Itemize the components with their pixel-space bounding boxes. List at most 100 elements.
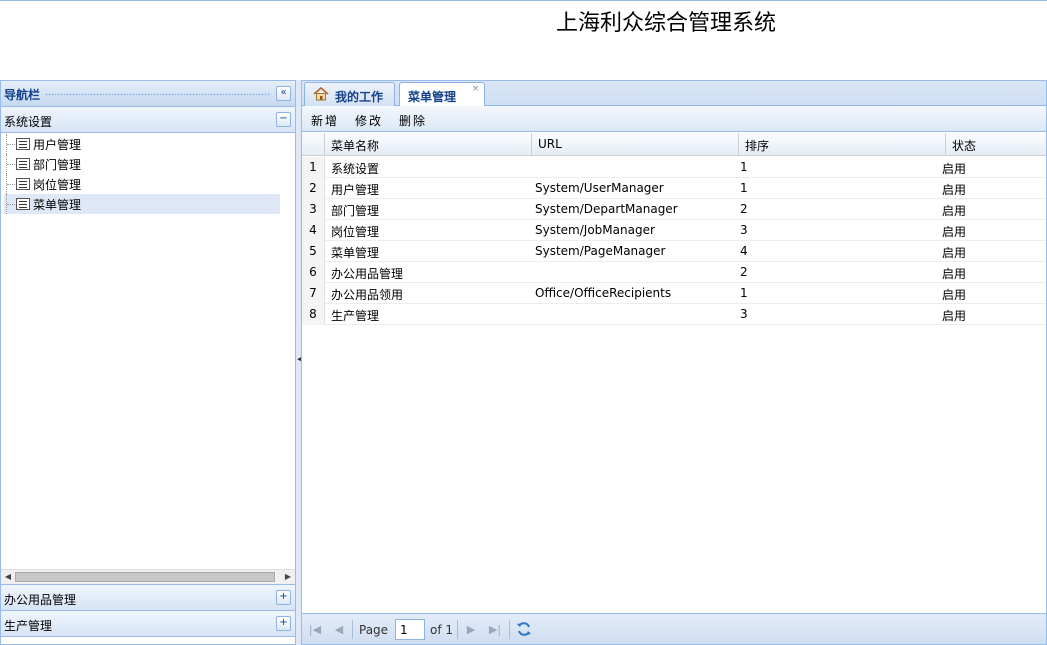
cell-status: 启用 [942, 162, 967, 176]
separator [509, 620, 510, 639]
expand-icon[interactable]: + [276, 616, 291, 631]
tree-item-user-management[interactable]: 用户管理 [4, 134, 280, 154]
tree-item-position-management[interactable]: 岗位管理 [4, 174, 280, 194]
nav-panel: 导航栏 « 系统设置 − 用户管理 部门管理 岗位管理 菜单管理 ◀ ▶ 办公用… [0, 80, 296, 645]
tab-my-work[interactable]: 我的工作 [304, 82, 395, 106]
cell-order: 1 [740, 160, 748, 174]
table-row[interactable]: 2 用户管理 System/UserManager 1 启用 [302, 178, 1046, 199]
row-number: 4 [302, 220, 325, 241]
cell-name: 菜单管理 [331, 246, 380, 260]
rownumber-header [302, 133, 325, 156]
column-header-status[interactable]: 状态 [946, 133, 1046, 156]
cell-name: 系统设置 [331, 162, 380, 176]
table-row[interactable]: 6 办公用品管理 2 启用 [302, 262, 1046, 283]
table-row[interactable]: 1 系统设置 1 启用 [302, 157, 1046, 178]
grid-toolbar: 新增 修改 删除 [302, 106, 1046, 132]
tree-line [6, 174, 15, 194]
cell-status: 启用 [942, 288, 967, 302]
cell-order: 2 [740, 265, 748, 279]
page-label: Page [359, 623, 389, 637]
page-icon [16, 178, 30, 190]
scroll-thumb[interactable] [15, 572, 275, 582]
cell-order: 1 [740, 181, 748, 195]
cell-name: 生产管理 [331, 309, 380, 323]
table-row[interactable]: 8 生产管理 3 启用 [302, 304, 1046, 325]
page-icon [16, 198, 30, 210]
first-page-icon[interactable]: |◀ [308, 623, 322, 637]
cell-status: 启用 [942, 225, 967, 239]
accordion-header-office-supplies[interactable]: 办公用品管理 + [1, 585, 295, 611]
main-panel: 我的工作 菜单管理 × 新增 修改 删除 菜单名称 URL 排序 状态 1 系统… [301, 80, 1047, 645]
last-page-icon[interactable]: ▶| [488, 623, 502, 637]
tree-item-department-management[interactable]: 部门管理 [4, 154, 280, 174]
header-dots [45, 93, 271, 96]
page-icon [16, 158, 30, 170]
cell-name: 用户管理 [331, 183, 380, 197]
close-icon[interactable]: × [470, 84, 481, 95]
scroll-right-icon[interactable]: ▶ [281, 570, 295, 584]
cell-url: System/JobManager [535, 223, 655, 237]
column-header-order[interactable]: 排序 [739, 133, 946, 156]
accordion-label: 系统设置 [4, 115, 53, 129]
collapse-nav-button[interactable]: « [276, 86, 291, 101]
page-number-input[interactable] [395, 619, 425, 640]
row-number: 6 [302, 262, 325, 283]
tree-line [6, 154, 15, 174]
tab-label: 菜单管理 [408, 90, 457, 104]
page-icon [16, 138, 30, 150]
app-header: 上海利众综合管理系统 [0, 0, 1047, 80]
tree-item-label: 用户管理 [33, 138, 82, 152]
tab-menu-management[interactable]: 菜单管理 × [399, 82, 485, 107]
row-number: 1 [302, 157, 325, 178]
separator [352, 620, 353, 639]
cell-name: 办公用品领用 [331, 288, 404, 302]
cell-order: 4 [740, 244, 748, 258]
app-title: 上海利众综合管理系统 [556, 11, 777, 36]
cell-url: System/UserManager [535, 181, 664, 195]
cell-status: 启用 [942, 309, 967, 323]
row-number: 2 [302, 178, 325, 199]
table-row[interactable]: 4 岗位管理 System/JobManager 3 启用 [302, 220, 1046, 241]
cell-url: Office/OfficeRecipients [535, 286, 672, 300]
expand-icon[interactable]: + [276, 590, 291, 605]
collapse-icon[interactable]: − [276, 112, 291, 127]
tree-item-label: 岗位管理 [33, 178, 82, 192]
row-number: 8 [302, 304, 325, 325]
separator [457, 620, 458, 639]
edit-button[interactable]: 修改 [355, 112, 383, 129]
accordion-header-production[interactable]: 生产管理 + [1, 611, 295, 637]
cell-order: 3 [740, 223, 748, 237]
column-header-name[interactable]: 菜单名称 [325, 133, 532, 156]
table-row[interactable]: 3 部门管理 System/DepartManager 2 启用 [302, 199, 1046, 220]
tree-item-menu-management[interactable]: 菜单管理 [4, 194, 280, 214]
tree-item-label: 菜单管理 [33, 198, 82, 212]
accordion-label: 办公用品管理 [4, 593, 77, 607]
accordion-label: 生产管理 [4, 619, 53, 633]
delete-button[interactable]: 删除 [399, 112, 427, 129]
next-page-icon[interactable]: ▶ [464, 623, 478, 637]
cell-status: 启用 [942, 204, 967, 218]
cell-order: 1 [740, 286, 748, 300]
horizontal-scrollbar[interactable]: ◀ ▶ [1, 569, 295, 584]
row-number: 7 [302, 283, 325, 304]
cell-order: 2 [740, 202, 748, 216]
home-icon [313, 87, 329, 101]
scroll-left-icon[interactable]: ◀ [1, 570, 15, 584]
cell-status: 启用 [942, 183, 967, 197]
paging-toolbar: |◀ ◀ Page of 1 ▶ ▶| [302, 613, 1046, 644]
row-number: 5 [302, 241, 325, 262]
tree-item-label: 部门管理 [33, 158, 82, 172]
table-row[interactable]: 5 菜单管理 System/PageManager 4 启用 [302, 241, 1046, 262]
previous-page-icon[interactable]: ◀ [332, 623, 346, 637]
accordion-header-system-settings[interactable]: 系统设置 − [1, 107, 295, 133]
cell-url: System/PageManager [535, 244, 666, 258]
row-number: 3 [302, 199, 325, 220]
refresh-icon[interactable] [516, 621, 532, 637]
table-row[interactable]: 7 办公用品领用 Office/OfficeRecipients 1 启用 [302, 283, 1046, 304]
add-button[interactable]: 新增 [311, 112, 339, 129]
column-header-url[interactable]: URL [532, 133, 739, 156]
cell-url: System/DepartManager [535, 202, 678, 216]
nav-panel-header: 导航栏 « [1, 81, 295, 107]
cell-name: 办公用品管理 [331, 267, 404, 281]
cell-status: 启用 [942, 267, 967, 281]
